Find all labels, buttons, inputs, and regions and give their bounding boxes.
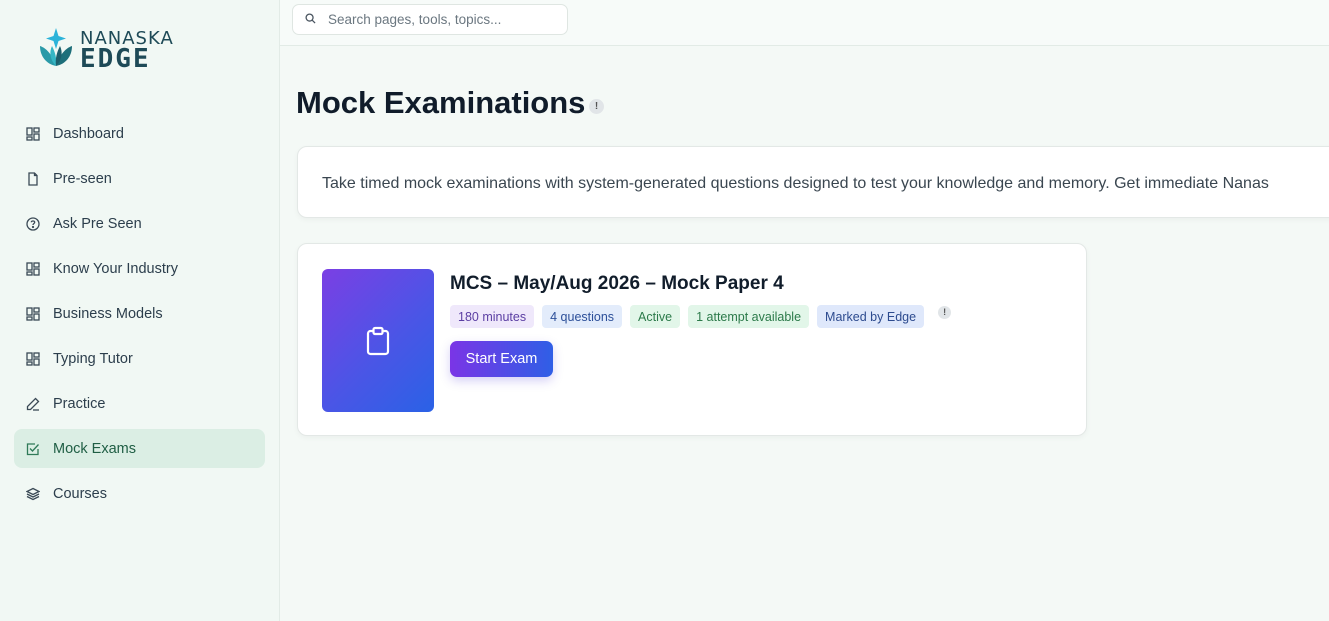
layout-grid-icon <box>26 351 40 366</box>
attempts-badge: 1 attempt available <box>688 305 810 328</box>
clipboard-icon <box>366 326 390 355</box>
sidebar-item-label: Mock Exams <box>53 440 136 457</box>
start-exam-button[interactable]: Start Exam <box>450 341 553 377</box>
lotus-sparkle-icon <box>40 28 72 66</box>
sidebar-item-dashboard[interactable]: Dashboard <box>14 114 265 153</box>
sidebar-item-label: Dashboard <box>53 125 124 142</box>
info-icon[interactable]: ! <box>938 306 952 319</box>
sidebar-item-pre-seen[interactable]: Pre-seen <box>14 159 265 198</box>
help-circle-icon <box>26 216 40 231</box>
top-bar <box>280 0 1329 46</box>
sidebar-item-label: Know Your Industry <box>53 260 178 277</box>
status-badge: Active <box>630 305 681 328</box>
sidebar-item-label: Pre-seen <box>53 170 112 187</box>
questions-badge: 4 questions <box>542 305 623 328</box>
sidebar-item-mock-exams[interactable]: Mock Exams <box>14 429 265 468</box>
sidebar: NANASKA EDGE Dashboard Pre-seen Ask Pre … <box>0 0 280 621</box>
sidebar-item-business-models[interactable]: Business Models <box>14 294 265 333</box>
search-input[interactable] <box>328 12 548 27</box>
sidebar-item-typing-tutor[interactable]: Typing Tutor <box>14 339 265 378</box>
sidebar-item-ask-pre-seen[interactable]: Ask Pre Seen <box>14 204 265 243</box>
sidebar-item-know-your-industry[interactable]: Know Your Industry <box>14 249 265 288</box>
description-text: Take timed mock examinations with system… <box>322 175 1269 192</box>
layout-grid-icon <box>26 261 40 276</box>
nanaska-edge-logo[interactable]: NANASKA EDGE <box>36 24 176 76</box>
brand-name-bottom: EDGE <box>80 44 151 74</box>
exam-thumbnail <box>322 269 434 412</box>
sidebar-item-label: Business Models <box>53 305 163 322</box>
check-square-icon <box>26 442 40 456</box>
file-icon <box>26 171 40 186</box>
search-icon <box>305 11 316 29</box>
search-box[interactable] <box>292 4 568 35</box>
info-icon[interactable]: ! <box>589 99 604 114</box>
sidebar-item-courses[interactable]: Courses <box>14 474 265 513</box>
sidebar-nav: Dashboard Pre-seen Ask Pre Seen Know You… <box>14 114 265 519</box>
exam-title: MCS – May/Aug 2026 – Mock Paper 4 <box>450 273 784 294</box>
layers-icon <box>26 487 40 501</box>
sidebar-item-label: Typing Tutor <box>53 350 133 367</box>
page-title: Mock Examinations <box>296 85 586 120</box>
description-card: Take timed mock examinations with system… <box>297 146 1329 218</box>
marking-badge: Marked by Edge <box>817 305 925 328</box>
exam-tags: 180 minutes 4 questions Active 1 attempt… <box>450 305 952 328</box>
layout-grid-icon <box>26 306 40 321</box>
duration-badge: 180 minutes <box>450 305 535 328</box>
exam-card: MCS – May/Aug 2026 – Mock Paper 4 180 mi… <box>297 243 1087 436</box>
sidebar-item-label: Courses <box>53 485 107 502</box>
pencil-icon <box>26 397 40 411</box>
layout-grid-icon <box>26 126 40 141</box>
sidebar-item-practice[interactable]: Practice <box>14 384 265 423</box>
sidebar-item-label: Practice <box>53 395 106 412</box>
sidebar-item-label: Ask Pre Seen <box>53 215 142 232</box>
